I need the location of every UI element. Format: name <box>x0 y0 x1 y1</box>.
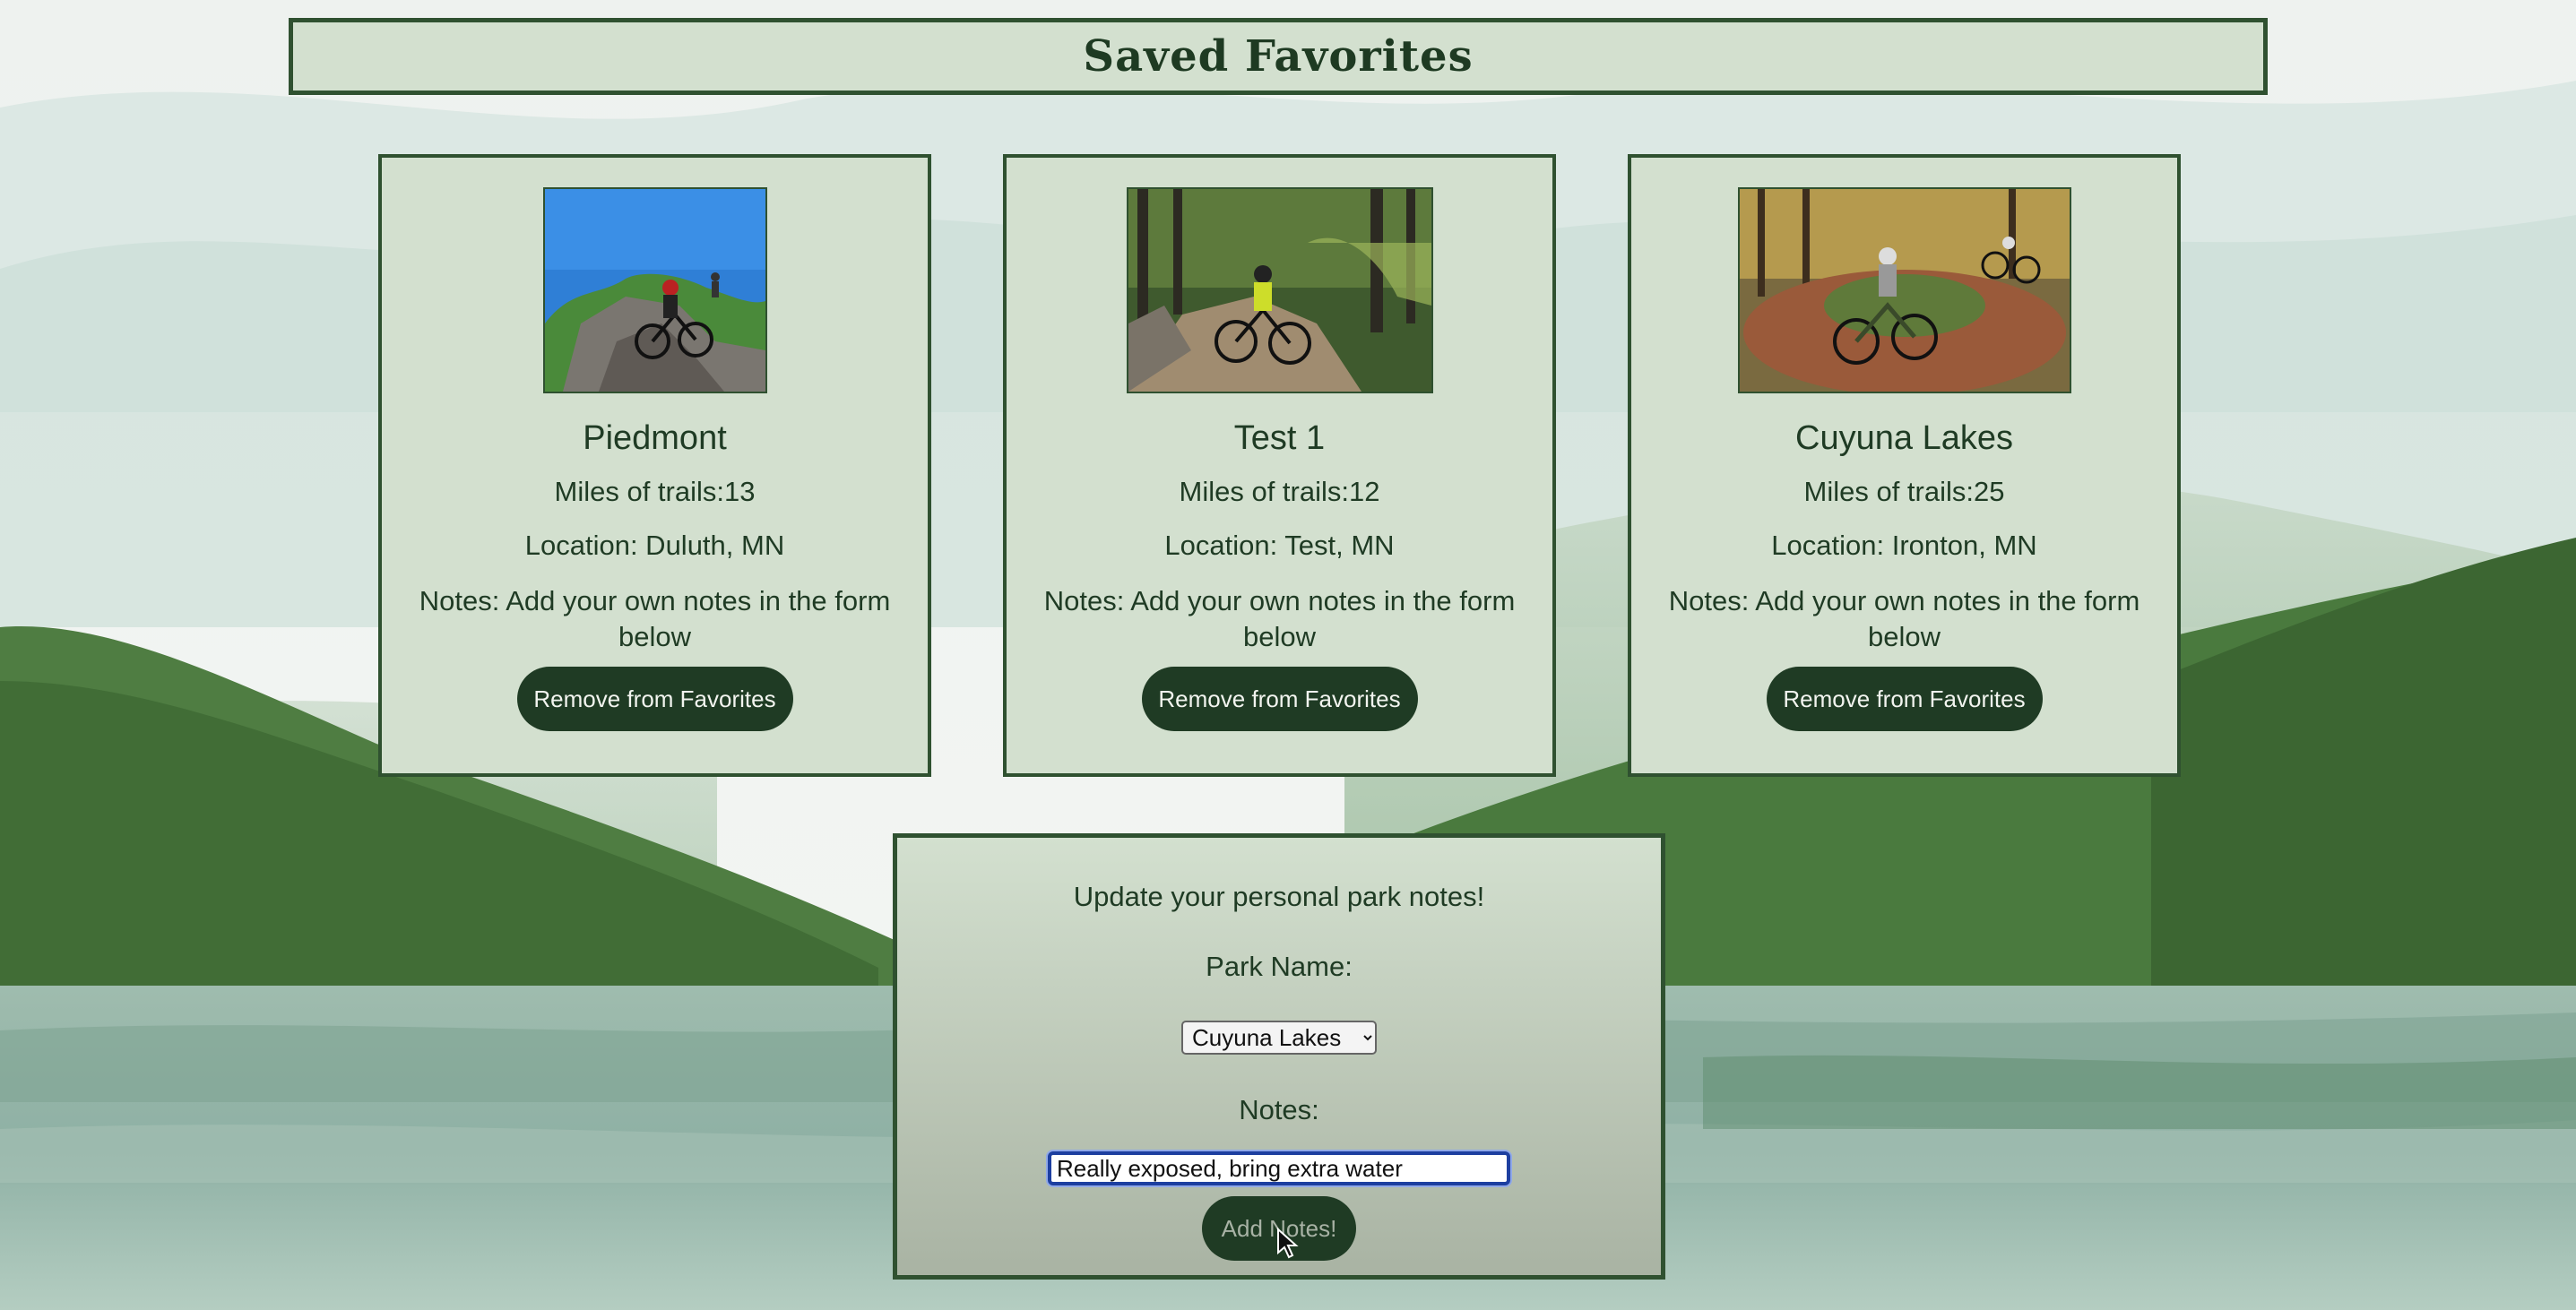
park-name: Piedmont <box>583 419 727 457</box>
mouse-cursor-icon <box>1276 1227 1300 1263</box>
park-photo <box>1737 187 2071 393</box>
park-location: Location: Test, MN <box>1164 530 1395 561</box>
park-location: Location: Duluth, MN <box>524 530 785 561</box>
park-name: Cuyuna Lakes <box>1795 419 2013 457</box>
remove-from-favorites-button[interactable]: Remove from Favorites <box>1766 667 2043 731</box>
park-name: Test 1 <box>1233 419 1326 457</box>
page-header: Saved Favorites <box>289 18 2268 95</box>
park-photo <box>542 187 767 393</box>
park-notes: Notes: Add your own notes in the form be… <box>419 585 891 652</box>
favorite-card-cuyuna-lakes: Cuyuna Lakes Miles of trails:25 Location… <box>1628 154 2181 777</box>
park-notes: Notes: Add your own notes in the form be… <box>1668 585 2140 652</box>
park-photo <box>1126 187 1433 393</box>
park-location: Location: Ironton, MN <box>1771 530 2037 561</box>
park-miles: Miles of trails:13 <box>554 476 756 507</box>
page-title: Saved Favorites <box>1083 31 1474 82</box>
park-miles: Miles of trails:25 <box>1803 476 2005 507</box>
form-title: Update your personal park notes! <box>1073 881 1485 912</box>
update-notes-form: Update your personal park notes! Park Na… <box>893 833 1665 1280</box>
remove-from-favorites-button[interactable]: Remove from Favorites <box>1141 667 1418 731</box>
favorite-card-piedmont: Piedmont Miles of trails:13 Location: Du… <box>378 154 931 777</box>
park-notes: Notes: Add your own notes in the form be… <box>1043 585 1516 652</box>
park-miles: Miles of trails:12 <box>1179 476 1380 507</box>
notes-label: Notes: <box>1239 1094 1319 1125</box>
park-name-label: Park Name: <box>1206 951 1353 982</box>
remove-from-favorites-button[interactable]: Remove from Favorites <box>516 667 793 731</box>
notes-input[interactable] <box>1048 1151 1510 1185</box>
favorite-card-test-1: Test 1 Miles of trails:12 Location: Test… <box>1003 154 1556 777</box>
park-name-select[interactable]: Cuyuna Lakes <box>1181 1021 1377 1055</box>
